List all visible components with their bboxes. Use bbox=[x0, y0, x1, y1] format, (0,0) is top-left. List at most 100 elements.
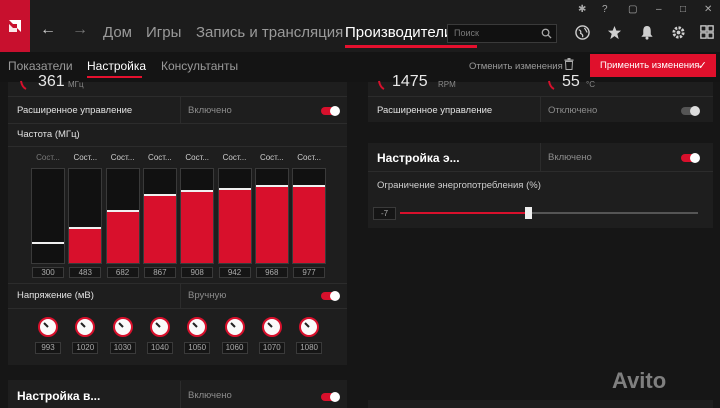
voltage-dial[interactable] bbox=[149, 317, 170, 337]
fan-advanced-control-toggle[interactable] bbox=[681, 106, 700, 116]
grid-menu-icon[interactable] bbox=[700, 25, 714, 39]
avito-watermark: Avito bbox=[612, 368, 667, 393]
frequency-bar[interactable] bbox=[218, 188, 251, 263]
voltage-dial[interactable] bbox=[112, 317, 133, 337]
frequency-bar-track[interactable] bbox=[68, 168, 103, 264]
frequency-bar[interactable] bbox=[255, 185, 288, 263]
state-label: Сост... bbox=[185, 153, 210, 162]
nav-item-home[interactable]: Дом bbox=[103, 24, 132, 41]
frequency-bar-track[interactable] bbox=[105, 168, 140, 264]
power-limit-fill bbox=[400, 212, 528, 214]
tab-metrics[interactable]: Показатели bbox=[8, 59, 73, 73]
star-icon[interactable] bbox=[607, 25, 622, 40]
fan-advanced-control-state: Отключено bbox=[548, 105, 598, 116]
tab-advisors[interactable]: Консультанты bbox=[161, 59, 238, 73]
voltage-mode: Вручную bbox=[188, 290, 227, 301]
power-limit-thumb[interactable] bbox=[525, 207, 532, 219]
state-label: Сост... bbox=[148, 153, 172, 162]
bottom-right-panel bbox=[368, 400, 713, 408]
frequency-value[interactable]: 977 bbox=[293, 267, 326, 278]
frequency-bar[interactable] bbox=[181, 190, 214, 263]
frequency-value[interactable]: 682 bbox=[106, 267, 139, 278]
minimize-icon[interactable]: – bbox=[656, 4, 662, 15]
frequency-value[interactable]: 942 bbox=[218, 267, 251, 278]
clock-unit: МГц bbox=[68, 80, 84, 89]
state-label: Сост... bbox=[110, 153, 135, 162]
voltage-value[interactable]: 1030 bbox=[109, 342, 136, 354]
gpu-advanced-control-toggle[interactable] bbox=[321, 106, 340, 116]
power-limit-value: -7 bbox=[373, 207, 396, 220]
power-section-state: Включено bbox=[548, 152, 592, 163]
voltage-value[interactable]: 1040 bbox=[146, 342, 173, 354]
voltage-dial[interactable] bbox=[75, 317, 96, 337]
fan-rpm-unit: RPM bbox=[438, 80, 456, 89]
frequency-bar[interactable] bbox=[293, 185, 326, 263]
forward-arrow-icon[interactable]: → bbox=[72, 21, 88, 39]
close-icon[interactable]: ✕ bbox=[704, 4, 712, 15]
search-input[interactable]: Поиск bbox=[447, 24, 557, 43]
voltage-dial[interactable] bbox=[187, 317, 208, 337]
voltage-dial[interactable] bbox=[299, 317, 320, 337]
checkmark-icon: ✓ bbox=[697, 60, 707, 72]
tab-tuning[interactable]: Настройка bbox=[87, 59, 146, 73]
frequency-bar[interactable] bbox=[143, 194, 176, 263]
nav-item-games[interactable]: Игры bbox=[146, 24, 181, 41]
temperature-unit: °C bbox=[586, 80, 595, 89]
gear-icon[interactable] bbox=[671, 25, 686, 40]
search-icon bbox=[541, 28, 552, 39]
amd-logo[interactable] bbox=[0, 0, 30, 52]
power-limit-slider[interactable] bbox=[400, 207, 698, 219]
restore-window-icon[interactable]: ▢ bbox=[628, 4, 637, 15]
fan-rpm-value: 1475 bbox=[392, 73, 428, 90]
frequency-bar-track[interactable] bbox=[142, 168, 177, 264]
frequency-bar[interactable] bbox=[106, 210, 139, 263]
back-arrow-icon[interactable]: ← bbox=[40, 21, 56, 39]
bug-report-icon[interactable]: ✱ bbox=[578, 4, 586, 15]
frequency-bar-track[interactable] bbox=[180, 168, 215, 264]
frequency-value[interactable]: 908 bbox=[181, 267, 214, 278]
voltage-value[interactable]: 1070 bbox=[258, 342, 285, 354]
state-label: Сост... bbox=[73, 153, 98, 162]
frequency-value[interactable]: 300 bbox=[32, 267, 64, 278]
state-label: Сост... bbox=[297, 153, 321, 162]
voltage-value[interactable]: 1020 bbox=[72, 342, 99, 354]
maximize-icon[interactable]: □ bbox=[680, 4, 686, 15]
revert-changes-button[interactable]: Отменить изменения bbox=[469, 61, 563, 72]
voltage-dial[interactable] bbox=[224, 317, 245, 337]
amd-logo-icon bbox=[9, 20, 21, 32]
voltage-manual-toggle[interactable] bbox=[321, 291, 340, 301]
gpu-advanced-control-label: Расширенное управление bbox=[17, 105, 133, 116]
voltage-value[interactable]: 1060 bbox=[221, 342, 248, 354]
frequency-value[interactable]: 968 bbox=[255, 267, 288, 278]
nav-item-performance[interactable]: Производители bbox=[345, 24, 452, 41]
bottom-section-toggle[interactable] bbox=[321, 392, 340, 402]
top-bar: ← → Дом Игры Запись и трансляция Произво… bbox=[0, 0, 720, 52]
bell-icon[interactable] bbox=[640, 25, 654, 40]
help-icon[interactable]: ? bbox=[602, 4, 608, 15]
voltage-dial[interactable] bbox=[38, 317, 58, 337]
power-section-toggle[interactable] bbox=[681, 153, 700, 163]
power-section-title: Настройка э... bbox=[377, 151, 460, 165]
state-label: Сост... bbox=[222, 153, 247, 162]
frequency-bar-track[interactable] bbox=[31, 168, 65, 264]
clock-value: 361 bbox=[38, 73, 65, 90]
voltage-value[interactable]: 1050 bbox=[184, 342, 211, 354]
voltage-dial[interactable] bbox=[261, 317, 282, 337]
frequency-bar-track[interactable] bbox=[254, 168, 289, 264]
frequency-bar[interactable] bbox=[32, 242, 64, 263]
frequency-bar-track[interactable] bbox=[217, 168, 252, 264]
tab-active-indicator bbox=[87, 76, 142, 78]
voltage-value[interactable]: 1080 bbox=[296, 342, 323, 354]
gpu-advanced-control-state: Включено bbox=[188, 105, 232, 116]
rpm-gauge-icon bbox=[378, 80, 385, 90]
frequency-value[interactable]: 867 bbox=[143, 267, 176, 278]
clock-gauge-icon bbox=[20, 80, 27, 90]
frequency-value[interactable]: 483 bbox=[69, 267, 102, 278]
nav-item-record-stream[interactable]: Запись и трансляция bbox=[196, 24, 343, 41]
apply-changes-button[interactable]: Применить изменения ✓ bbox=[590, 54, 716, 77]
frequency-bar[interactable] bbox=[69, 227, 102, 263]
voltage-value[interactable]: 993 bbox=[35, 342, 61, 354]
globe-icon[interactable] bbox=[575, 25, 590, 40]
trash-icon[interactable] bbox=[564, 58, 574, 70]
frequency-bar-track[interactable] bbox=[292, 168, 327, 264]
